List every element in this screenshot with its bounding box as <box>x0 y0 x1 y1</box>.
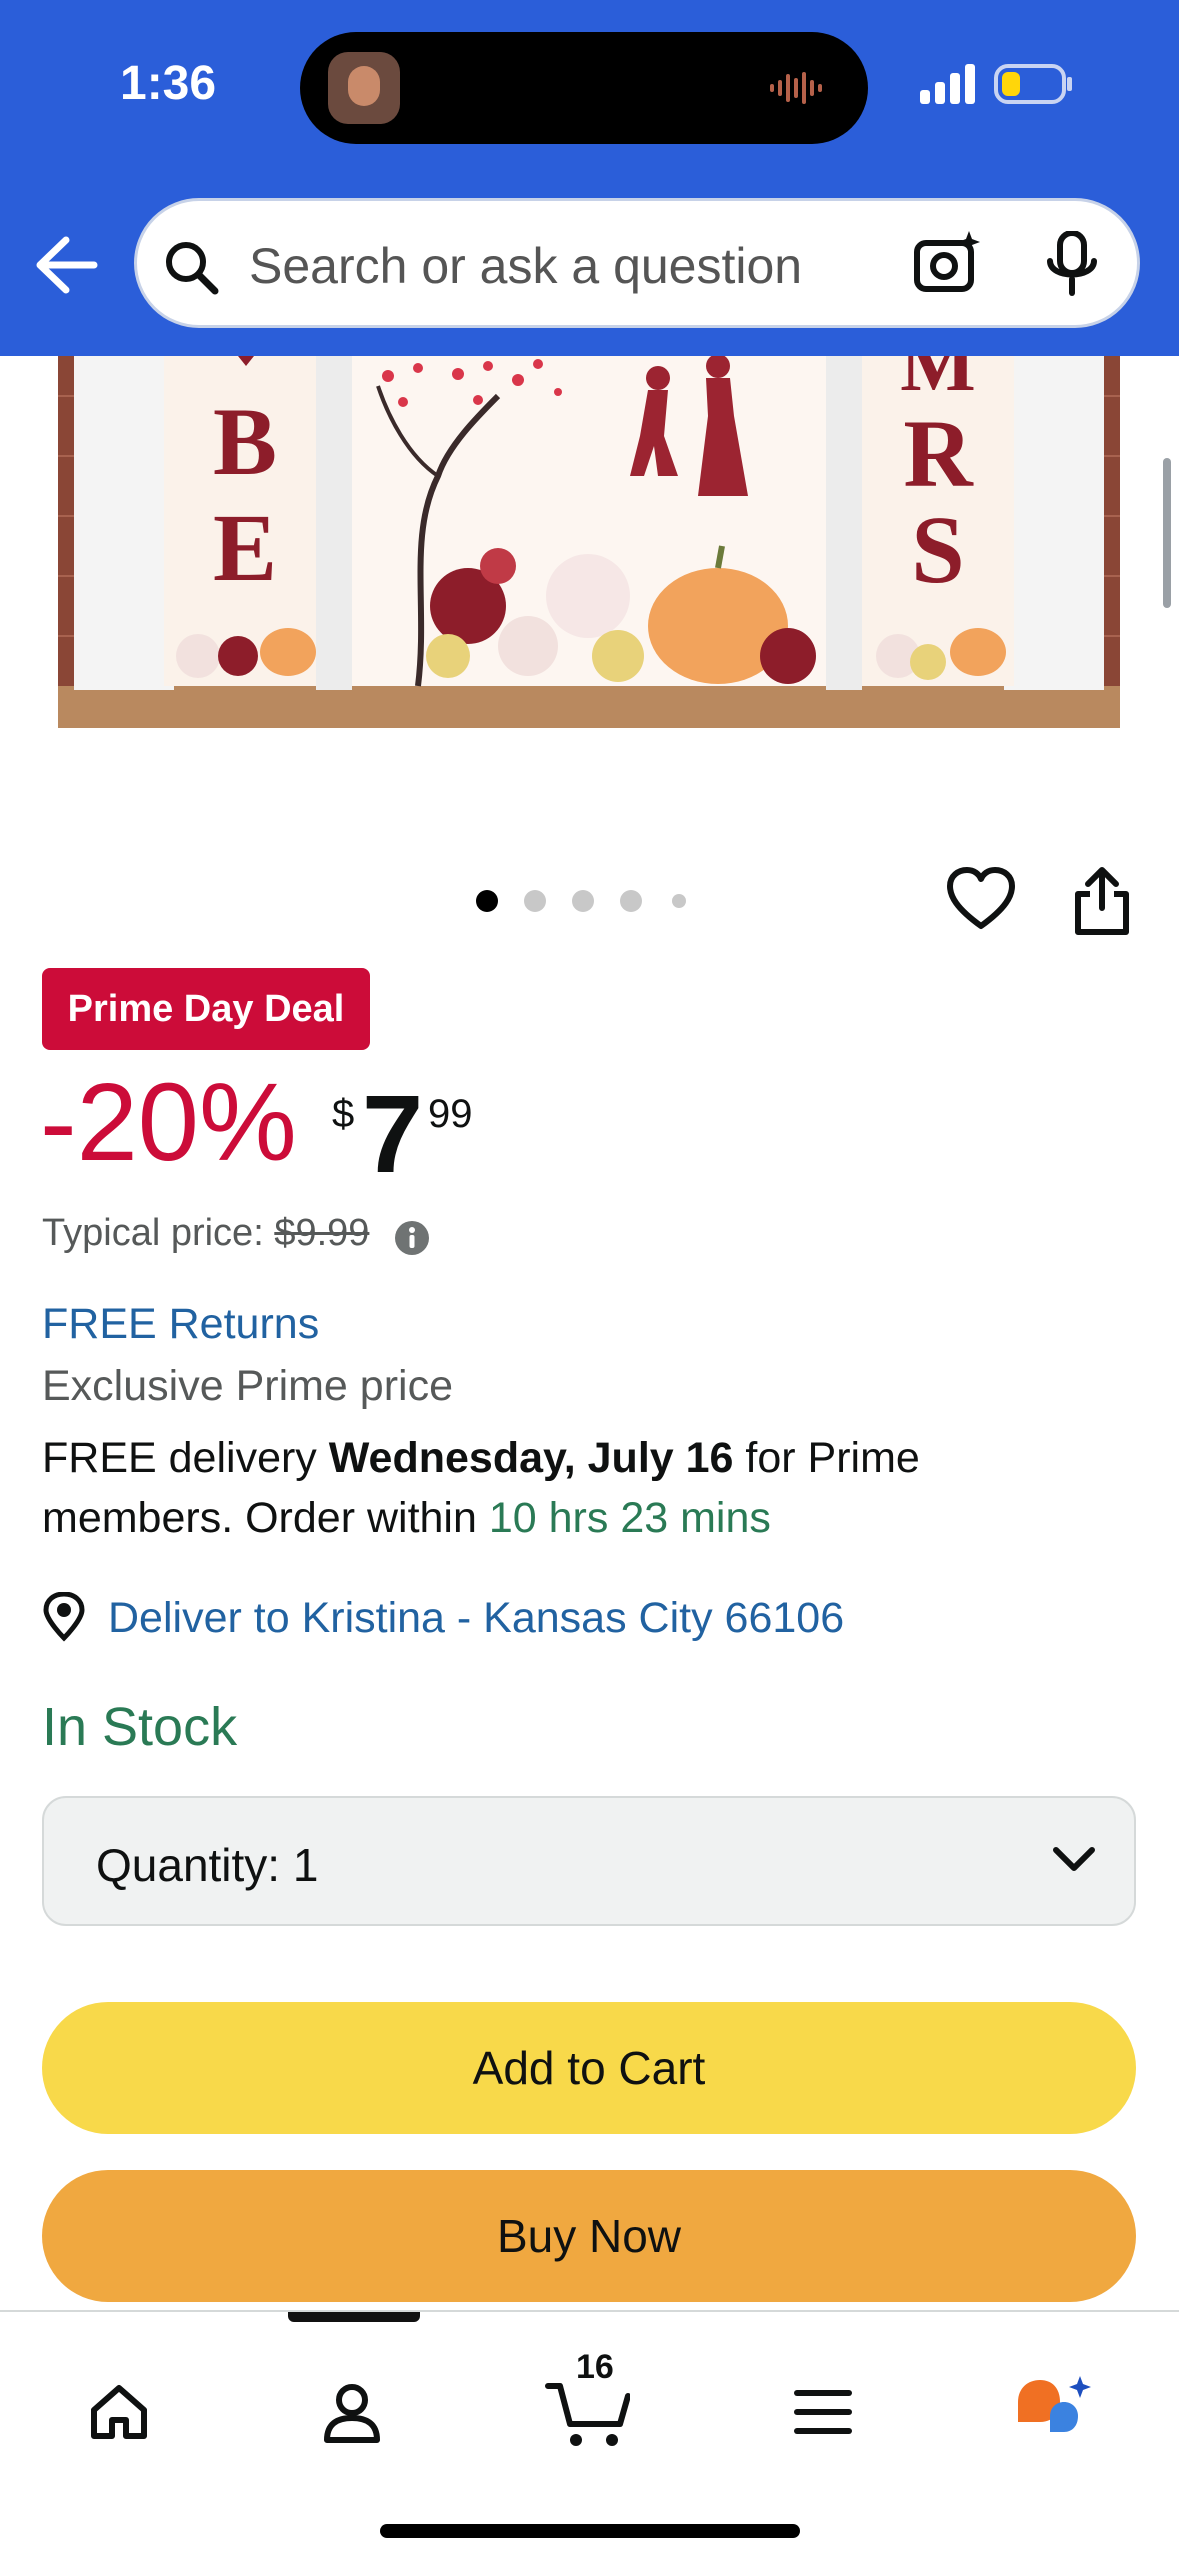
delivery-prefix: FREE delivery <box>42 1434 317 1482</box>
chevron-down-icon <box>1053 1847 1095 1871</box>
share-icon[interactable] <box>1072 866 1132 936</box>
delivery-info: FREE delivery Wednesday, July 16 for Pri… <box>42 1428 1092 1548</box>
heart-icon[interactable] <box>946 866 1016 932</box>
carousel-dot-2[interactable] <box>524 890 546 912</box>
carousel-dot-4[interactable] <box>620 890 642 912</box>
buy-now-button[interactable]: Buy Now <box>42 2170 1136 2302</box>
typical-price-value: $9.99 <box>274 1212 370 1254</box>
right-banner-letter-s: S <box>911 496 964 603</box>
price-currency-symbol: $ <box>332 1092 355 1136</box>
now-playing-thumbnail <box>328 52 400 124</box>
search-bar[interactable] <box>134 198 1140 328</box>
location-pin-icon <box>43 1592 85 1642</box>
exclusive-prime-price: Exclusive Prime price <box>42 1362 453 1410</box>
battery-icon <box>994 64 1072 104</box>
rufus-assistant-icon[interactable] <box>1014 2374 1094 2446</box>
stock-status: In Stock <box>42 1697 238 1757</box>
quantity-label: Quantity: 1 <box>96 1838 318 1892</box>
price-fraction: 99 <box>428 1092 473 1136</box>
quantity-value: 1 <box>292 1839 319 1891</box>
audio-waveform-icon <box>770 72 822 104</box>
prime-day-deal-badge: Prime Day Deal <box>42 968 370 1050</box>
menu-icon[interactable] <box>794 2388 852 2436</box>
product-image[interactable]: B E M R S <box>58 356 1120 728</box>
status-time: 1:36 <box>120 57 217 110</box>
app-header: 1:36 <box>0 0 1179 356</box>
discount-percent: -20% <box>40 1061 297 1184</box>
cart-icon[interactable] <box>544 2378 630 2450</box>
add-to-cart-button[interactable]: Add to Cart <box>42 2002 1136 2134</box>
page-scrollbar[interactable] <box>1163 458 1171 608</box>
quantity-select[interactable]: Quantity: 1 <box>42 1796 1136 1926</box>
cellular-signal-icon <box>920 64 975 104</box>
back-arrow-icon[interactable] <box>32 232 98 298</box>
home-icon[interactable] <box>88 2382 150 2442</box>
typical-price-label: Typical price: <box>42 1212 264 1254</box>
info-icon[interactable] <box>394 1220 430 1256</box>
deliver-to-link[interactable]: Deliver to Kristina - Kansas City 66106 <box>108 1594 844 1643</box>
microphone-icon[interactable] <box>1045 231 1099 297</box>
right-banner-letter-r: R <box>903 400 974 507</box>
left-banner-letter-e: E <box>213 494 277 601</box>
delivery-date: Wednesday, July 16 <box>328 1434 734 1482</box>
carousel-dot-5[interactable] <box>672 894 686 908</box>
account-icon[interactable] <box>322 2382 382 2444</box>
carousel-dot-3[interactable] <box>572 890 594 912</box>
free-returns-link[interactable]: FREE Returns <box>42 1300 319 1349</box>
camera-search-icon[interactable] <box>913 229 981 297</box>
bottom-navigation: 16 <box>0 2310 1179 2556</box>
quantity-label-text: Quantity: <box>96 1839 281 1891</box>
carousel-dot-1[interactable] <box>476 890 498 912</box>
active-tab-indicator <box>288 2312 420 2322</box>
dynamic-island[interactable] <box>300 32 868 144</box>
delivery-countdown: 10 hrs 23 mins <box>488 1494 771 1542</box>
product-photo: B E M R S <box>58 356 1120 728</box>
typical-price: Typical price: $9.99 <box>42 1212 369 1255</box>
price-whole: 7 <box>362 1073 424 1196</box>
left-banner-letter-b: B <box>213 388 277 495</box>
home-indicator[interactable] <box>380 2524 800 2538</box>
search-icon <box>166 242 219 295</box>
search-input[interactable] <box>247 229 891 303</box>
